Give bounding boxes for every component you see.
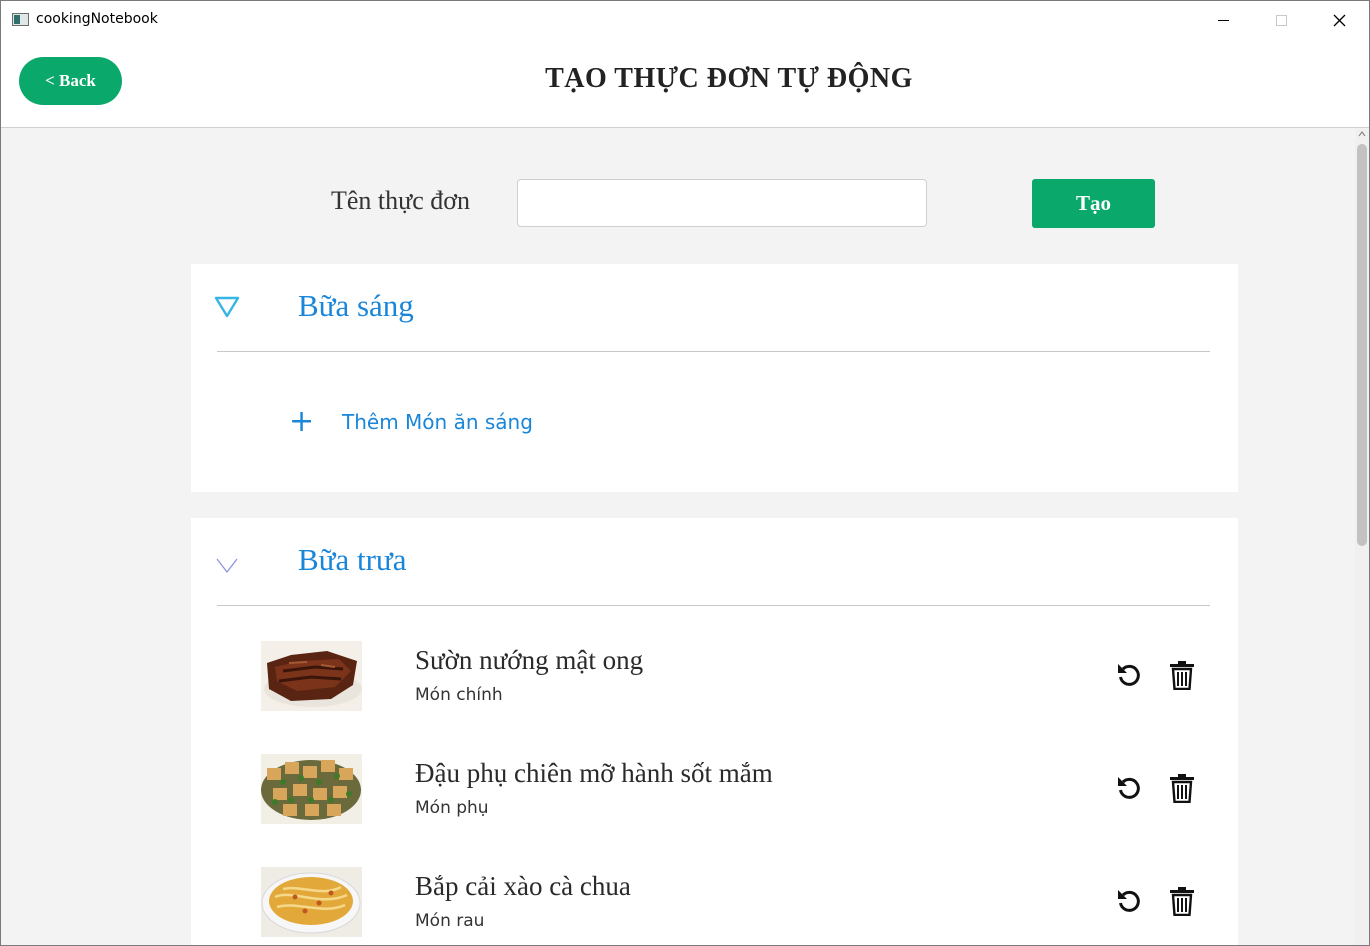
dish-row[interactable]: Sườn nướng mật ong Món chính: [261, 641, 1211, 713]
trash-icon[interactable]: [1169, 773, 1195, 803]
page-header: < Back TẠO THỰC ĐƠN TỰ ĐỘNG: [1, 39, 1369, 128]
dish-row[interactable]: Đậu phụ chiên mỡ hành sốt mắm Món phụ: [261, 754, 1211, 826]
main-content[interactable]: Tên thực đơn Tạo Bữa sáng + Thêm Món ăn …: [1, 128, 1355, 945]
app-icon: [12, 13, 29, 26]
create-menu-button[interactable]: Tạo: [1032, 179, 1155, 228]
divider: [217, 605, 1210, 606]
title-bar: cookingNotebook: [1, 1, 1369, 39]
dish-row[interactable]: Bắp cải xào cà chua Món rau: [261, 867, 1211, 939]
dish-image-ribs: [261, 641, 362, 711]
trash-icon[interactable]: [1169, 886, 1195, 916]
menu-name-input[interactable]: [517, 179, 927, 227]
minimize-button[interactable]: [1194, 1, 1252, 39]
plus-icon: +: [289, 404, 315, 439]
dish-name: Bắp cải xào cà chua: [415, 871, 631, 901]
add-breakfast-dish-button[interactable]: + Thêm Món ăn sáng: [289, 404, 533, 439]
meal-card-lunch: Bữa trưa Sườn nướng mật ong Món chính Đậ…: [191, 518, 1238, 945]
app-window: cookingNotebook < Back TẠO THỰC ĐƠN TỰ Đ…: [0, 0, 1370, 946]
menu-name-label: Tên thực đơn: [331, 186, 471, 215]
dish-type: Món phụ: [415, 798, 489, 818]
maximize-icon: [1275, 14, 1287, 26]
vertical-scrollbar[interactable]: [1355, 128, 1369, 945]
chevron-down-icon[interactable]: [213, 553, 241, 577]
trash-icon[interactable]: [1169, 660, 1195, 690]
minimize-icon: [1217, 19, 1229, 21]
maximize-button[interactable]: [1252, 1, 1310, 39]
triangle-down-icon[interactable]: [213, 295, 241, 319]
divider: [217, 351, 1210, 352]
dish-image-cabbage: [261, 867, 362, 937]
add-dish-label: Thêm Món ăn sáng: [342, 410, 533, 434]
close-button[interactable]: [1310, 1, 1368, 39]
scrollbar-thumb[interactable]: [1357, 144, 1367, 546]
dish-name: Đậu phụ chiên mỡ hành sốt mắm: [415, 758, 773, 788]
refresh-icon[interactable]: [1115, 774, 1143, 802]
dish-name: Sườn nướng mật ong: [415, 645, 644, 675]
meal-card-breakfast: Bữa sáng + Thêm Món ăn sáng: [191, 264, 1238, 492]
scroll-up-icon[interactable]: [1358, 130, 1366, 138]
meal-title-breakfast: Bữa sáng: [298, 288, 414, 323]
close-icon: [1333, 14, 1345, 26]
dish-type: Món chính: [415, 685, 503, 705]
refresh-icon[interactable]: [1115, 887, 1143, 915]
window-title: cookingNotebook: [36, 11, 158, 27]
page-title: TẠO THỰC ĐƠN TỰ ĐỘNG: [545, 63, 913, 94]
refresh-icon[interactable]: [1115, 661, 1143, 689]
dish-type: Món rau: [415, 911, 485, 931]
meal-title-lunch: Bữa trưa: [298, 542, 407, 577]
dish-image-tofu: [261, 754, 362, 824]
